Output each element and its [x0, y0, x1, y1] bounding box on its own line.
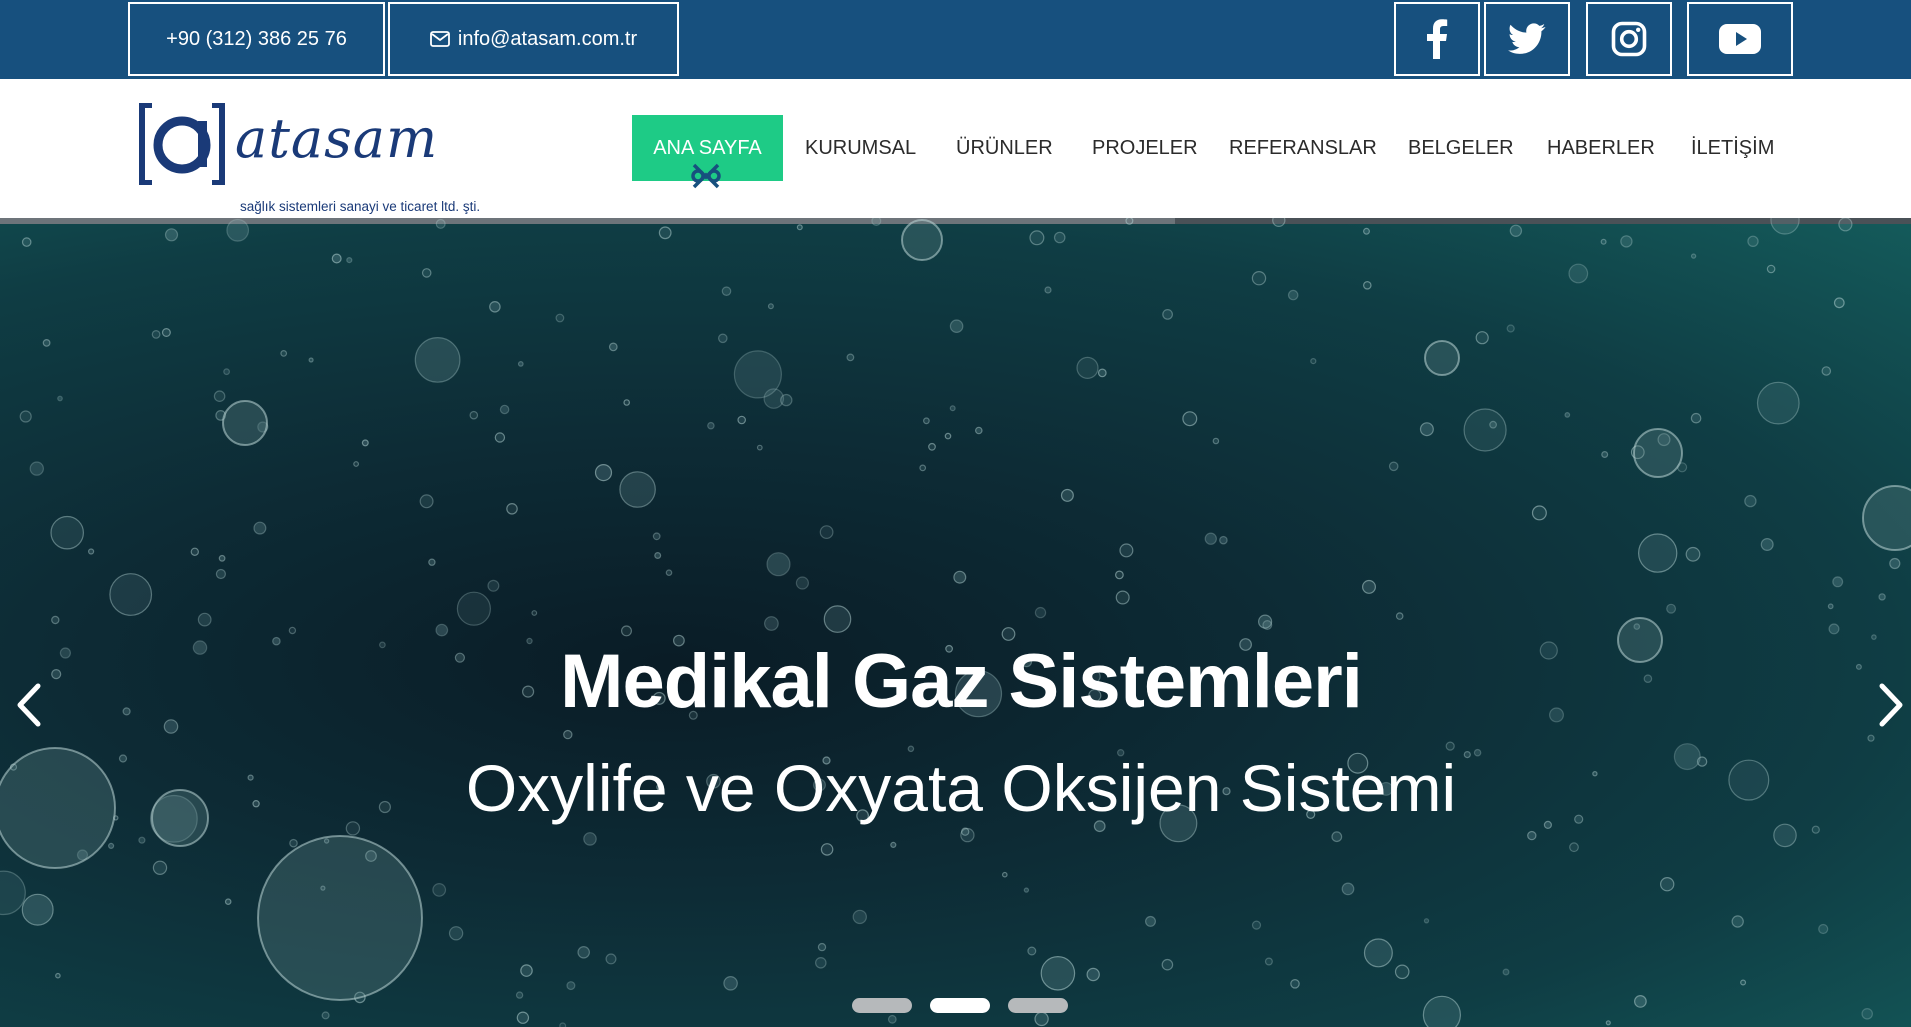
- site-header: atasam sağlık sistemleri sanayi ve ticar…: [0, 79, 1911, 218]
- nav-item-iletisim[interactable]: İLETİŞİM: [1691, 115, 1774, 181]
- slider-prev-arrow-icon[interactable]: [6, 670, 50, 740]
- water-drops-background: [0, 218, 1911, 1027]
- phone-number[interactable]: +90 (312) 386 25 76: [166, 28, 347, 51]
- slider-dot-2[interactable]: [930, 998, 990, 1013]
- site-logo[interactable]: atasam sağlık sistemleri sanayi ve ticar…: [138, 103, 498, 214]
- nav-item-urunler[interactable]: ÜRÜNLER: [956, 115, 1053, 181]
- slider-next-arrow-icon[interactable]: [1870, 670, 1911, 740]
- youtube-icon: [1719, 24, 1761, 54]
- email-contact[interactable]: info@atasam.com.tr: [388, 2, 679, 76]
- slider-dot-3[interactable]: [1008, 998, 1068, 1013]
- hero-slider: Medikal Gaz Sistemleri Oxylife ve Oxyata…: [0, 218, 1911, 1027]
- nav-item-referanslar[interactable]: REFERANSLAR: [1229, 115, 1377, 181]
- hero-subtitle: Oxylife ve Oxyata Oksijen Sistemi: [465, 751, 1457, 825]
- nav-item-kurumsal[interactable]: KURUMSAL: [805, 115, 916, 181]
- envelope-icon: [429, 31, 450, 47]
- logo-tagline: sağlık sistemleri sanayi ve ticaret ltd.…: [240, 199, 481, 214]
- instagram-icon: [1611, 21, 1647, 57]
- logo-mark-icon: [139, 103, 225, 185]
- email-address[interactable]: info@atasam.com.tr: [458, 28, 637, 51]
- active-nav-ornament-icon: [691, 163, 721, 189]
- nav-item-belgeler[interactable]: BELGELER: [1408, 115, 1514, 181]
- facebook-icon: [1426, 19, 1448, 59]
- nav-item-projeler[interactable]: PROJELER: [1092, 115, 1198, 181]
- twitter-link[interactable]: [1484, 2, 1570, 76]
- instagram-link[interactable]: [1586, 2, 1672, 76]
- hero-title: Medikal Gaz Sistemleri: [560, 639, 1363, 724]
- nav-item-haberler[interactable]: HABERLER: [1547, 115, 1655, 181]
- facebook-link[interactable]: [1394, 2, 1480, 76]
- slider-dot-1[interactable]: [852, 998, 912, 1013]
- twitter-icon: [1508, 23, 1546, 55]
- logo-wordmark: atasam: [235, 107, 439, 170]
- youtube-link[interactable]: [1687, 2, 1793, 76]
- top-bar: +90 (312) 386 25 76 info@atasam.com.tr: [0, 0, 1911, 79]
- phone-contact[interactable]: +90 (312) 386 25 76: [128, 2, 385, 76]
